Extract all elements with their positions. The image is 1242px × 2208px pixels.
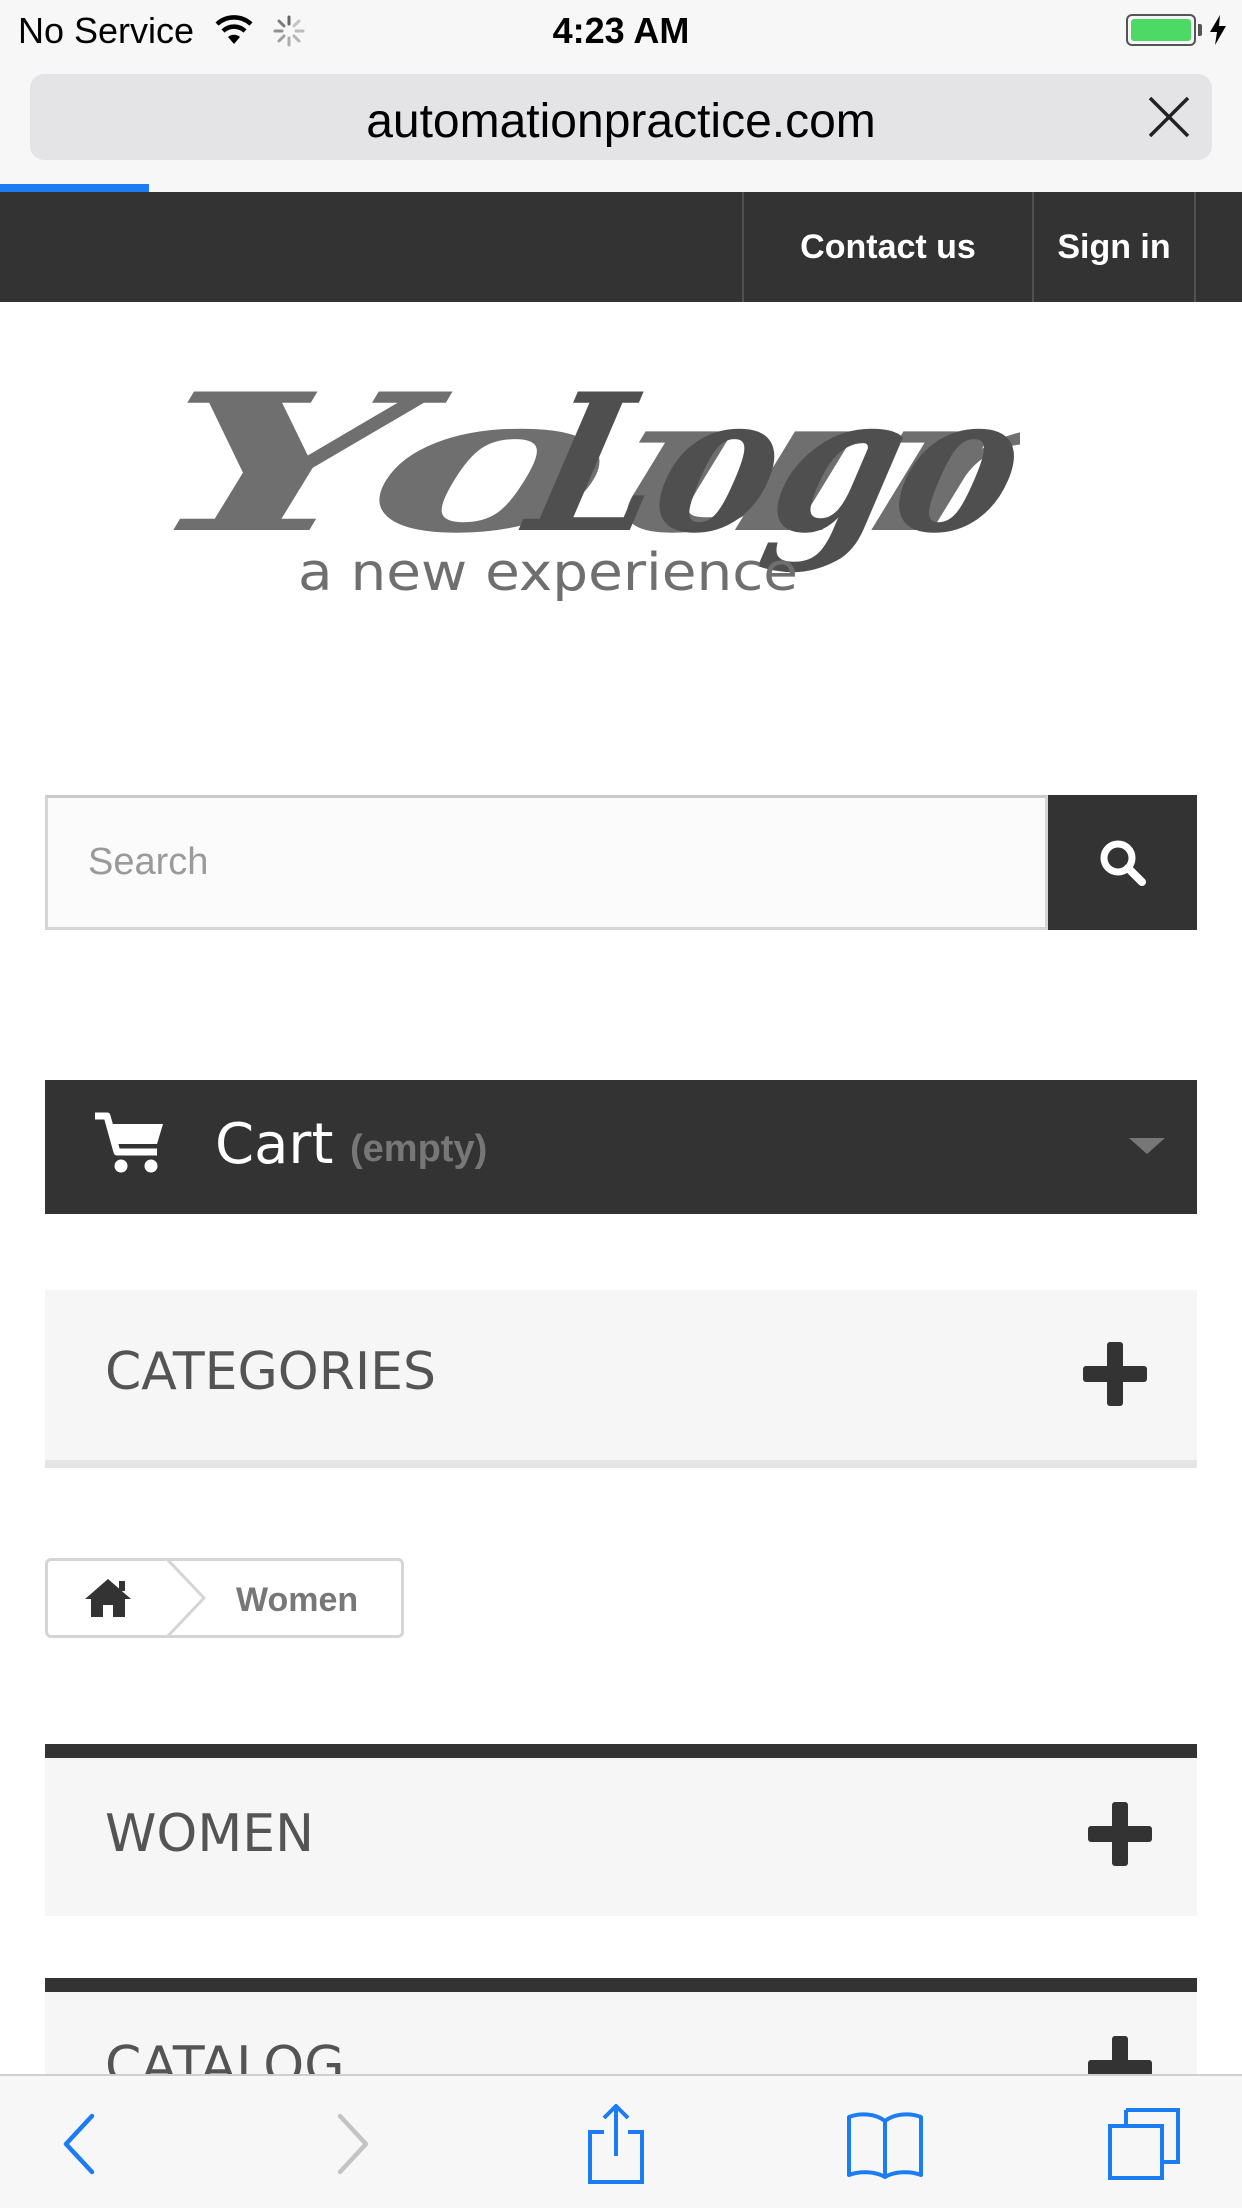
battery-level [1131,19,1191,41]
share-icon [588,2104,644,2184]
tabs-button[interactable] [1102,2104,1186,2184]
contact-us-link[interactable]: Contact us [742,192,1032,302]
site-logo[interactable]: Your Logo a new experience [170,360,1020,630]
cart-block[interactable]: Cart (empty) [45,1080,1197,1214]
women-title: WOMEN [105,1804,314,1864]
bookmarks-icon [847,2112,923,2179]
categories-title: CATEGORIES [105,1342,437,1402]
categories-block[interactable]: CATEGORIES [45,1290,1197,1468]
breadcrumb-separator [166,1558,207,1638]
women-block[interactable]: WOMEN [45,1744,1197,1916]
cart-label: Cart [215,1112,334,1177]
forward-icon [337,2113,369,2175]
battery-indicator [1126,14,1228,46]
battery-icon [1126,14,1196,46]
breadcrumb-home[interactable] [48,1561,168,1635]
svg-text:a new experience: a new experience [298,543,798,603]
url-text[interactable]: automationpractice.com [30,94,1212,149]
status-time: 4:23 AM [552,10,690,51]
search-input[interactable] [45,795,1048,930]
search-icon [1100,840,1146,886]
cart-status: (empty) [350,1128,488,1170]
back-button[interactable] [40,2104,120,2184]
tabs-icon [1108,2108,1180,2180]
search-button[interactable] [1048,795,1197,930]
close-icon[interactable] [1146,94,1192,140]
breadcrumb-current: Women [236,1581,359,1619]
cart-icon [95,1112,163,1173]
plus-icon[interactable] [1083,1342,1147,1406]
home-icon [85,1579,131,1617]
status-bar: No Service 4:23 AM [0,0,1242,62]
address-bar[interactable]: automationpractice.com [30,74,1212,160]
plus-icon[interactable] [1088,1802,1152,1866]
battery-nub [1198,24,1202,36]
search-form [45,795,1197,930]
page-load-progress [0,184,150,192]
forward-button[interactable] [312,2104,392,2184]
header-nav: Contact us Sign in [0,192,1242,302]
sign-in-link[interactable]: Sign in [1032,192,1196,302]
charging-bolt-icon [1210,15,1226,45]
share-button[interactable] [576,2104,656,2184]
bookmarks-button[interactable] [840,2104,930,2184]
chevron-down-icon [1129,1138,1165,1154]
back-icon [63,2113,95,2175]
breadcrumb: Women [45,1558,404,1638]
browser-address-area: automationpractice.com [0,62,1242,192]
browser-toolbar [0,2074,1242,2208]
